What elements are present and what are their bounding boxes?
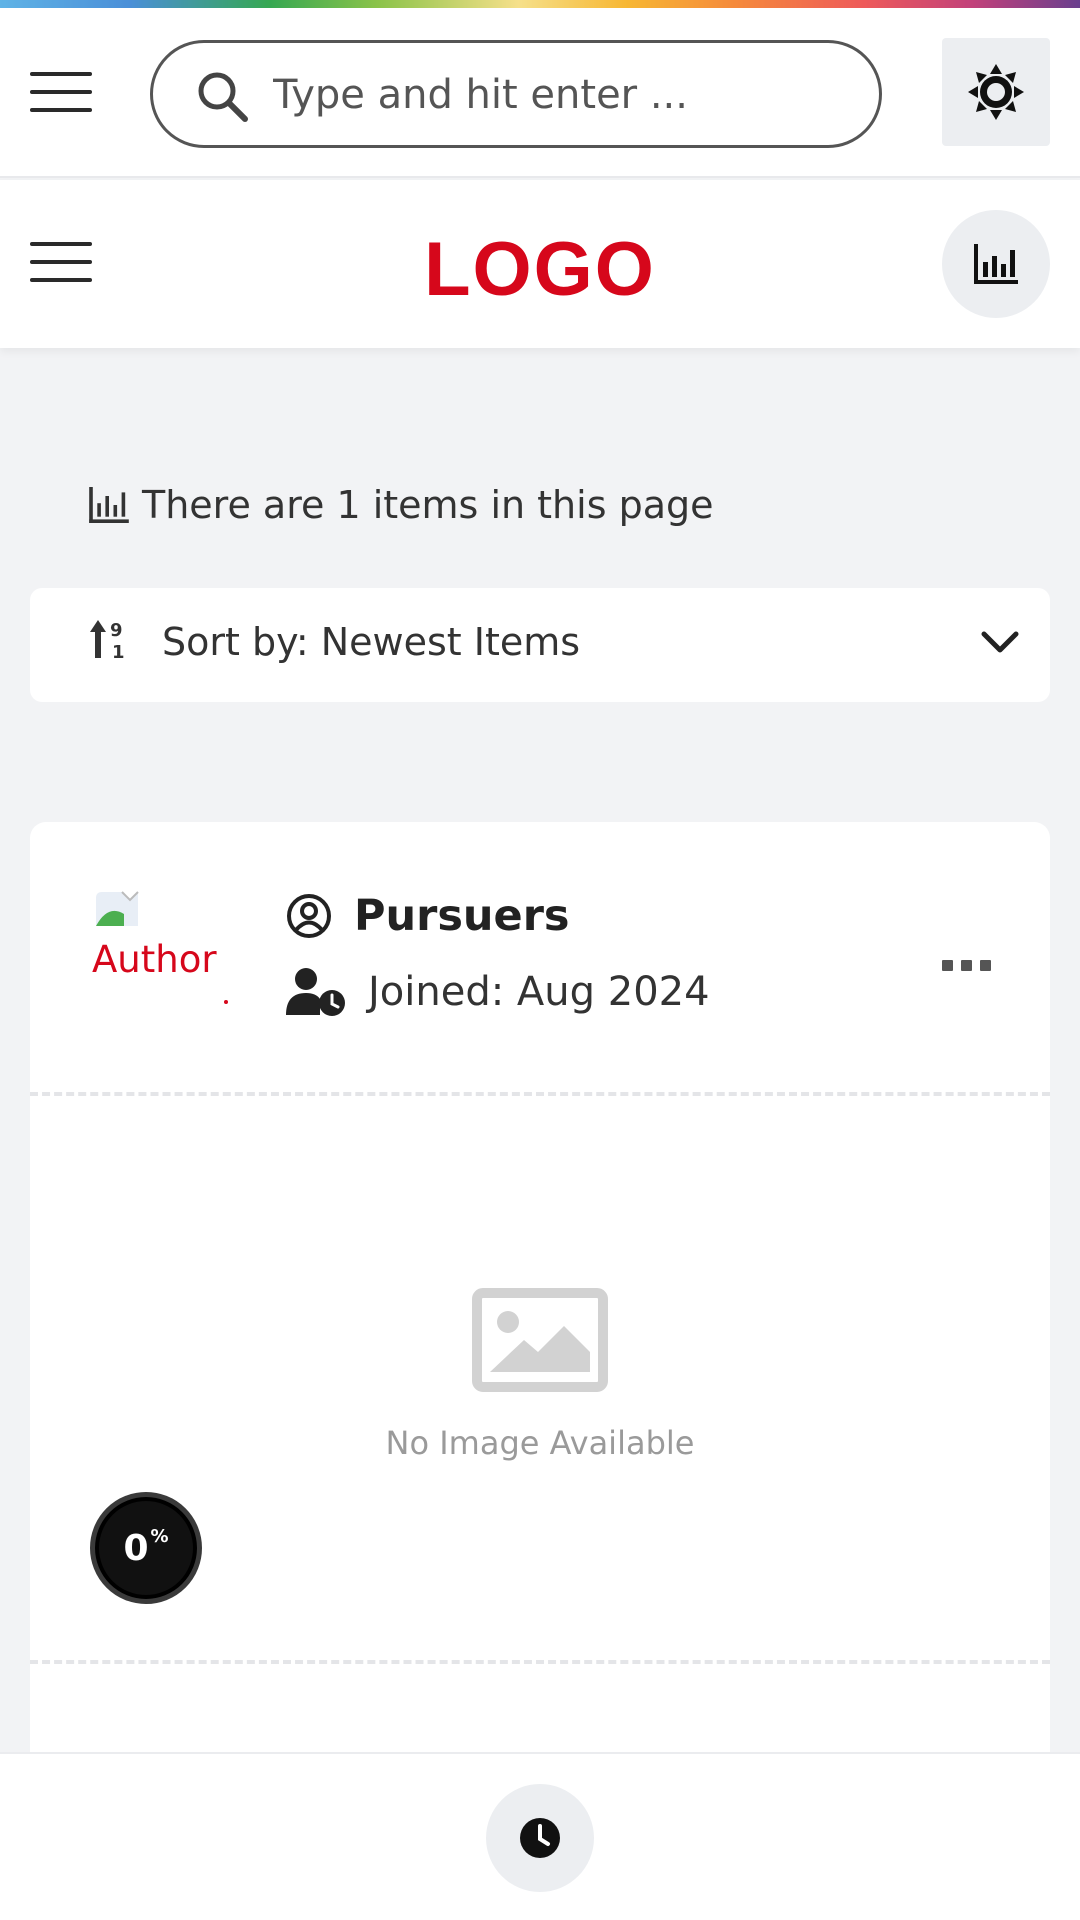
joined-row: Joined: Aug 2024	[286, 964, 710, 1020]
top-menu-button[interactable]	[30, 70, 92, 114]
search-bar	[150, 40, 882, 148]
broken-image-icon	[96, 891, 139, 926]
hamburger-line	[30, 72, 92, 76]
progress-unit: %	[150, 1525, 169, 1547]
bar-chart-icon	[89, 487, 129, 523]
rainbow-accent-bar	[0, 0, 1080, 8]
sort-dropdown[interactable]: 9 1 Sort by: Newest Items	[30, 588, 1050, 702]
ellipsis-dot	[942, 960, 953, 971]
site-header: LOGO	[0, 180, 1080, 348]
site-logo[interactable]: LOGO	[0, 226, 1080, 313]
sun-icon	[968, 64, 1024, 120]
history-button[interactable]	[486, 1784, 594, 1892]
divider	[30, 1660, 1050, 1664]
more-options-button[interactable]	[942, 954, 994, 974]
clock-icon	[520, 1818, 560, 1858]
sort-numeric-icon: 9 1	[90, 620, 125, 663]
ellipsis-dot	[980, 960, 991, 971]
item-count: There are 1 items in this page	[88, 480, 713, 530]
author-avatar[interactable]: Author	[90, 888, 240, 1008]
bar-chart-icon	[974, 244, 1018, 284]
theme-toggle-button[interactable]	[942, 38, 1050, 146]
user-clock-icon	[286, 968, 345, 1016]
divider	[30, 1092, 1050, 1096]
joined-date: Joined: Aug 2024	[368, 969, 710, 1015]
stats-button[interactable]	[942, 210, 1050, 318]
search-icon[interactable]	[195, 69, 251, 125]
avatar-alt-text: Author	[92, 938, 217, 981]
author-name[interactable]: Pursuers	[354, 891, 570, 941]
bottom-bar	[0, 1752, 1080, 1920]
progress-badge: 0 %	[90, 1492, 202, 1604]
svg-text:1: 1	[112, 642, 125, 663]
sort-label: Sort by: Newest Items	[162, 620, 581, 664]
image-placeholder[interactable]: No Image Available	[30, 1288, 1050, 1462]
hamburger-line	[30, 108, 92, 112]
author-row: Pursuers	[286, 888, 570, 944]
search-input[interactable]	[273, 63, 843, 127]
hamburger-line	[30, 90, 92, 94]
svg-text:9: 9	[110, 620, 123, 641]
chevron-down-icon	[981, 631, 1019, 653]
item-count-text: There are 1 items in this page	[142, 483, 714, 527]
progress-value: 0	[123, 1527, 149, 1569]
image-icon	[472, 1288, 608, 1392]
user-circle-icon	[287, 894, 331, 938]
no-image-caption: No Image Available	[385, 1424, 695, 1462]
top-bar	[0, 8, 1080, 178]
ellipsis-dot	[961, 960, 972, 971]
alt-text-dot	[224, 1000, 228, 1004]
